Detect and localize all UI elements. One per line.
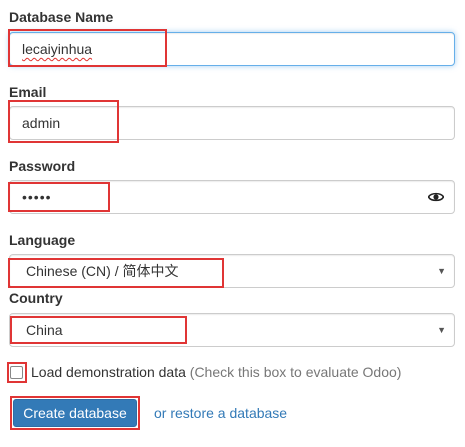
demo-data-label[interactable]: Load demonstration data (Check this box … xyxy=(31,364,401,381)
demo-data-checkbox[interactable] xyxy=(10,366,23,379)
country-selected: China xyxy=(26,322,63,338)
password-value: ••••• xyxy=(22,189,52,205)
db-name-label: Database Name xyxy=(9,9,114,25)
country-select[interactable]: China ▼ xyxy=(9,313,455,347)
email-value: admin xyxy=(22,115,61,131)
create-database-button[interactable]: Create database xyxy=(13,399,137,427)
chevron-down-icon: ▼ xyxy=(437,325,446,335)
language-selected: Chinese (CN) / 简体中文 xyxy=(26,263,179,279)
language-select[interactable]: Chinese (CN) / 简体中文 ▼ xyxy=(9,254,455,288)
email-label: Email xyxy=(9,84,47,100)
restore-database-link[interactable]: or restore a database xyxy=(154,405,287,422)
country-label: Country xyxy=(9,290,63,306)
password-label: Password xyxy=(9,158,76,174)
eye-icon[interactable] xyxy=(428,190,444,204)
language-label: Language xyxy=(9,232,76,248)
db-name-value: lecaiyinhua xyxy=(22,41,93,57)
chevron-down-icon: ▼ xyxy=(437,266,446,276)
db-name-input[interactable]: lecaiyinhua xyxy=(9,32,455,66)
demo-data-text: Load demonstration data xyxy=(31,364,186,380)
email-input[interactable]: admin xyxy=(9,106,455,140)
demo-data-hint: (Check this box to evaluate Odoo) xyxy=(189,364,402,380)
password-input[interactable]: ••••• xyxy=(9,180,455,214)
